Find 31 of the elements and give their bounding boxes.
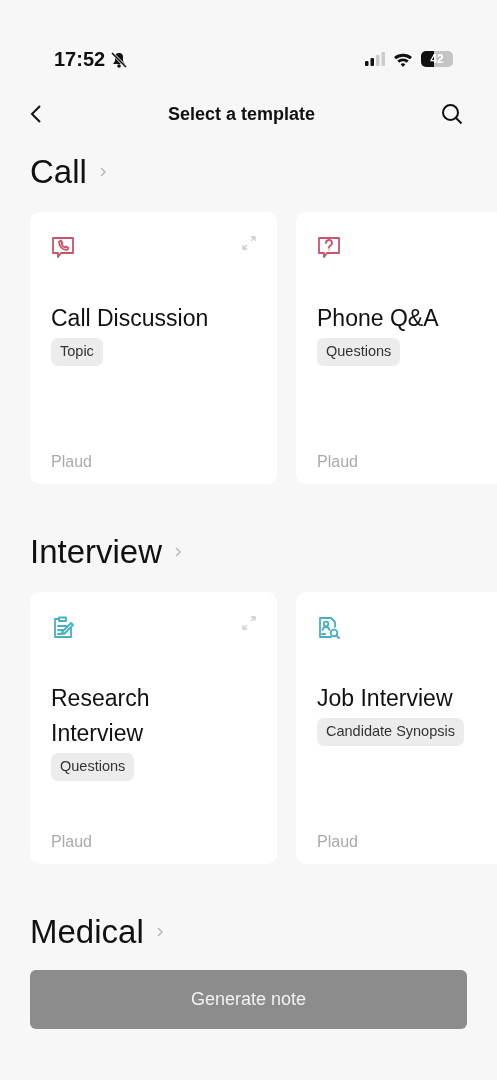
author-text: Plaud: [51, 452, 93, 472]
author-text: Plaud: [317, 832, 359, 852]
card-title: Phone Q&A: [317, 304, 440, 333]
section-title[interactable]: Interview: [30, 527, 163, 577]
template-card[interactable]: Job Interview Candidate Synopsis Plaud: [296, 592, 497, 864]
tag-label: Questions: [51, 753, 135, 781]
section-title[interactable]: Medical: [30, 907, 144, 957]
section-title[interactable]: Call: [30, 147, 87, 197]
signal-icon: [365, 52, 385, 66]
wifi-icon: [393, 51, 413, 67]
tag-label: Candidate Synopsis: [317, 718, 464, 746]
chevron-right-icon[interactable]: [98, 166, 107, 178]
tag-label: Topic: [51, 338, 103, 366]
template-card[interactable]: Phone Q&A Questions Plaud: [296, 212, 497, 484]
tag-label: Questions: [317, 338, 401, 366]
card-title: Job Interview: [317, 684, 454, 713]
card-title: Research Interview: [51, 684, 151, 748]
search-button[interactable]: [441, 103, 463, 125]
back-button[interactable]: [30, 104, 42, 124]
page-title: Select a template: [167, 102, 316, 126]
chevron-right-icon[interactable]: [155, 926, 164, 938]
author-text: Plaud: [317, 452, 359, 472]
template-card[interactable]: Research Interview Questions Plaud: [30, 592, 277, 864]
card-title: Call Discussion: [51, 304, 210, 333]
bell-muted-icon: [109, 49, 130, 69]
chevron-right-icon[interactable]: [174, 546, 183, 558]
expand-icon[interactable]: [242, 236, 256, 250]
author-text: Plaud: [51, 832, 93, 852]
template-card[interactable]: Call Discussion Topic Plaud: [30, 212, 277, 484]
expand-icon[interactable]: [242, 616, 256, 630]
time-text: 17:52: [54, 47, 106, 72]
